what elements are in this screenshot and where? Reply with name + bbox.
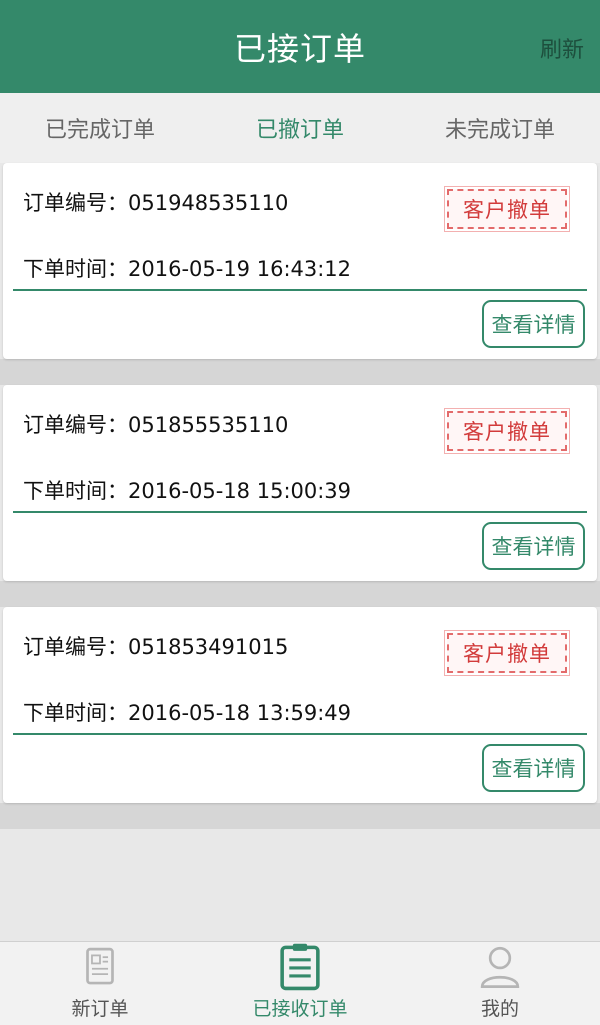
- divider: [13, 733, 587, 735]
- cancelled-stamp: 客户撤单: [444, 408, 570, 454]
- cancelled-stamp: 客户撤单: [444, 630, 570, 676]
- card-separator: [0, 803, 600, 829]
- order-number: 订单编号：051948535110: [23, 191, 289, 215]
- order-item: 订单编号：051948535110 客户撤单 下单时间：2016-05-19 1…: [0, 163, 600, 385]
- view-details-button[interactable]: 查看详情: [482, 300, 585, 348]
- tab-uncompleted[interactable]: 未完成订单: [400, 112, 600, 144]
- cancelled-stamp: 客户撤单: [444, 186, 570, 232]
- app-header: 已接订单 刷新: [0, 0, 600, 93]
- order-item: 订单编号：051855535110 客户撤单 下单时间：2016-05-18 1…: [0, 385, 600, 607]
- nav-label: 已接收订单: [252, 998, 348, 1020]
- order-time: 下单时间：2016-05-19 16:43:12: [23, 257, 352, 281]
- tab-cancelled[interactable]: 已撤订单: [200, 112, 400, 144]
- order-number: 订单编号：051855535110: [23, 413, 289, 437]
- page-title: 已接订单: [233, 29, 366, 68]
- order-time: 下单时间：2016-05-18 15:00:39: [23, 479, 352, 503]
- order-item: 订单编号：051853491015 客户撤单 下单时间：2016-05-18 1…: [0, 607, 600, 829]
- bottom-nav: 新订单 已接收订单 我的: [0, 941, 600, 1025]
- tab-completed[interactable]: 已完成订单: [0, 112, 200, 144]
- card-separator: [0, 581, 600, 607]
- nav-mine[interactable]: 我的: [400, 942, 600, 1025]
- user-icon: [480, 946, 520, 988]
- divider: [13, 511, 587, 513]
- view-details-button[interactable]: 查看详情: [482, 522, 585, 570]
- card-separator: [0, 359, 600, 385]
- order-time: 下单时间：2016-05-18 13:59:49: [23, 701, 352, 725]
- nav-new-orders[interactable]: 新订单: [0, 942, 200, 1025]
- view-details-button[interactable]: 查看详情: [482, 744, 585, 792]
- nav-label: 我的: [480, 998, 519, 1020]
- order-number: 订单编号：051853491015: [23, 635, 289, 659]
- divider: [13, 289, 587, 291]
- order-card: 订单编号：051948535110 客户撤单 下单时间：2016-05-19 1…: [3, 163, 597, 359]
- order-tabs: 已完成订单 已撤订单 未完成订单: [0, 93, 600, 163]
- new-order-icon: [86, 947, 114, 985]
- nav-label: 新订单: [71, 998, 129, 1020]
- order-card: 订单编号：051853491015 客户撤单 下单时间：2016-05-18 1…: [3, 607, 597, 803]
- refresh-button[interactable]: 刷新: [540, 32, 584, 64]
- order-card: 订单编号：051855535110 客户撤单 下单时间：2016-05-18 1…: [3, 385, 597, 581]
- nav-received-orders[interactable]: 已接收订单: [200, 942, 400, 1025]
- clipboard-icon: [280, 943, 320, 991]
- order-list: 订单编号：051948535110 客户撤单 下单时间：2016-05-19 1…: [0, 163, 600, 829]
